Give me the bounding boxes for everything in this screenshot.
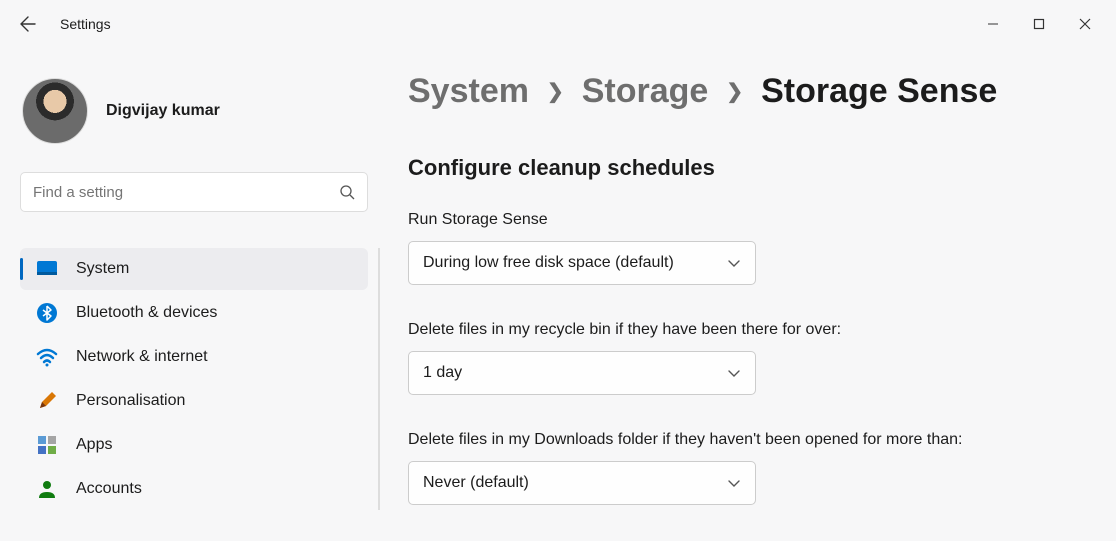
breadcrumb-system[interactable]: System [408,72,529,111]
search-icon [339,184,355,200]
sidebar-item-label: Accounts [76,480,142,498]
bluetooth-icon [36,302,58,324]
sidebar: Digvijay kumar System Bluetoo [0,48,380,541]
breadcrumb-storage[interactable]: Storage [582,72,709,111]
run-storage-sense-label: Run Storage Sense [408,211,968,229]
wifi-icon [36,346,58,368]
recycle-bin-select[interactable]: 1 day [408,351,756,395]
sidebar-item-system[interactable]: System [20,248,368,290]
sidebar-item-label: Network & internet [76,348,208,366]
person-icon [36,478,58,500]
sidebar-item-apps[interactable]: Apps [20,424,368,466]
recycle-bin-label: Delete files in my recycle bin if they h… [408,321,968,339]
minimize-icon [987,18,999,30]
sidebar-item-label: System [76,260,129,278]
sidebar-item-personalisation[interactable]: Personalisation [20,380,368,422]
sidebar-item-accounts[interactable]: Accounts [20,468,368,510]
main-content: System ❯ Storage ❯ Storage Sense Configu… [380,48,1116,541]
close-button[interactable] [1062,8,1108,40]
run-storage-sense-select[interactable]: During low free disk space (default) [408,241,756,285]
apps-icon [36,434,58,456]
sidebar-item-label: Apps [76,436,112,454]
profile-name: Digvijay kumar [106,102,220,120]
maximize-icon [1033,18,1045,30]
select-value: Never (default) [423,474,727,492]
system-icon [36,258,58,280]
downloads-select[interactable]: Never (default) [408,461,756,505]
paintbrush-icon [36,390,58,412]
chevron-right-icon: ❯ [726,79,743,104]
chevron-right-icon: ❯ [547,79,564,104]
profile-block[interactable]: Digvijay kumar [22,78,380,144]
chevron-down-icon [727,256,741,270]
select-value: During low free disk space (default) [423,254,727,272]
back-button[interactable] [8,4,48,44]
sidebar-item-network[interactable]: Network & internet [20,336,368,378]
search-box[interactable] [20,172,368,212]
breadcrumb: System ❯ Storage ❯ Storage Sense [408,72,1086,111]
nav-list: System Bluetooth & devices Network & int… [20,248,380,510]
avatar [22,78,88,144]
window-controls [970,8,1108,40]
back-arrow-icon [20,16,36,32]
search-input[interactable] [33,184,339,201]
sidebar-item-label: Personalisation [76,392,185,410]
maximize-button[interactable] [1016,8,1062,40]
section-title: Configure cleanup schedules [408,155,1086,181]
window-title: Settings [60,16,111,32]
titlebar: Settings [0,0,1116,48]
sidebar-item-label: Bluetooth & devices [76,304,217,322]
sidebar-item-bluetooth[interactable]: Bluetooth & devices [20,292,368,334]
close-icon [1079,18,1091,30]
chevron-down-icon [727,366,741,380]
select-value: 1 day [423,364,727,382]
chevron-down-icon [727,476,741,490]
breadcrumb-current: Storage Sense [761,72,997,111]
minimize-button[interactable] [970,8,1016,40]
downloads-label: Delete files in my Downloads folder if t… [408,431,968,449]
